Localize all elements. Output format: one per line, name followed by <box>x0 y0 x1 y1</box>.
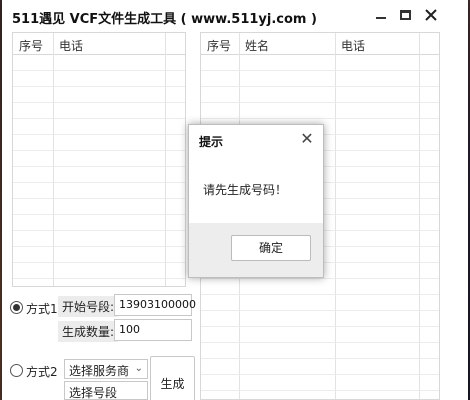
chevron-down-icon: ⌄ <box>134 363 143 374</box>
app-window: 511遇见 VCF文件生成工具 ( www.511yj.com ) 序号 电话 … <box>2 0 468 400</box>
dialog-title: 提示 <box>199 135 224 149</box>
prompt-dialog: 提示 ✕ 请先生成号码！ 确定 <box>188 124 324 278</box>
maximize-button[interactable] <box>396 6 414 24</box>
title-bar: 511遇见 VCF文件生成工具 ( www.511yj.com ) <box>2 0 468 30</box>
dialog-footer: 确定 <box>189 223 323 277</box>
close-button[interactable] <box>422 6 440 24</box>
column-header-phone: 电话 <box>341 39 366 53</box>
carrier-select[interactable]: 选择服务商 ⌄ <box>64 359 148 379</box>
dialog-close-icon[interactable]: ✕ <box>299 131 315 147</box>
column-header-index: 序号 <box>207 39 232 53</box>
dialog-message: 请先生成号码！ <box>203 183 288 197</box>
generate-button[interactable]: 生成 <box>150 356 195 400</box>
mode1-label: 方式1 <box>26 302 58 316</box>
minimize-button[interactable] <box>372 6 390 24</box>
window-title: 511遇见 VCF文件生成工具 ( www.511yj.com ) <box>12 12 317 27</box>
table-header: 序号 电话 <box>13 33 185 55</box>
carrier-select-value: 选择服务商 <box>69 364 130 378</box>
minimize-icon <box>376 17 386 19</box>
table-header: 序号 姓名 电话 <box>201 33 439 55</box>
maximize-icon <box>399 10 411 20</box>
table-rows <box>13 55 185 286</box>
segment-select[interactable]: 选择号段 <box>64 381 148 400</box>
number-list-table[interactable]: 序号 电话 <box>12 32 186 287</box>
ok-button[interactable]: 确定 <box>231 235 311 261</box>
mode2-radio[interactable] <box>10 364 23 377</box>
start-segment-label: 开始号段: <box>58 296 119 317</box>
count-label: 生成数量: <box>58 321 119 342</box>
count-input[interactable]: 100 <box>114 319 192 341</box>
mode1-radio[interactable] <box>10 301 23 314</box>
start-segment-input[interactable]: 13903100000 <box>114 294 196 316</box>
close-icon <box>425 9 437 21</box>
column-header-phone: 电话 <box>59 39 84 53</box>
mode2-label: 方式2 <box>26 365 58 379</box>
segment-select-value: 选择号段 <box>69 386 118 400</box>
column-header-index: 序号 <box>19 39 44 53</box>
column-header-name: 姓名 <box>245 39 270 53</box>
